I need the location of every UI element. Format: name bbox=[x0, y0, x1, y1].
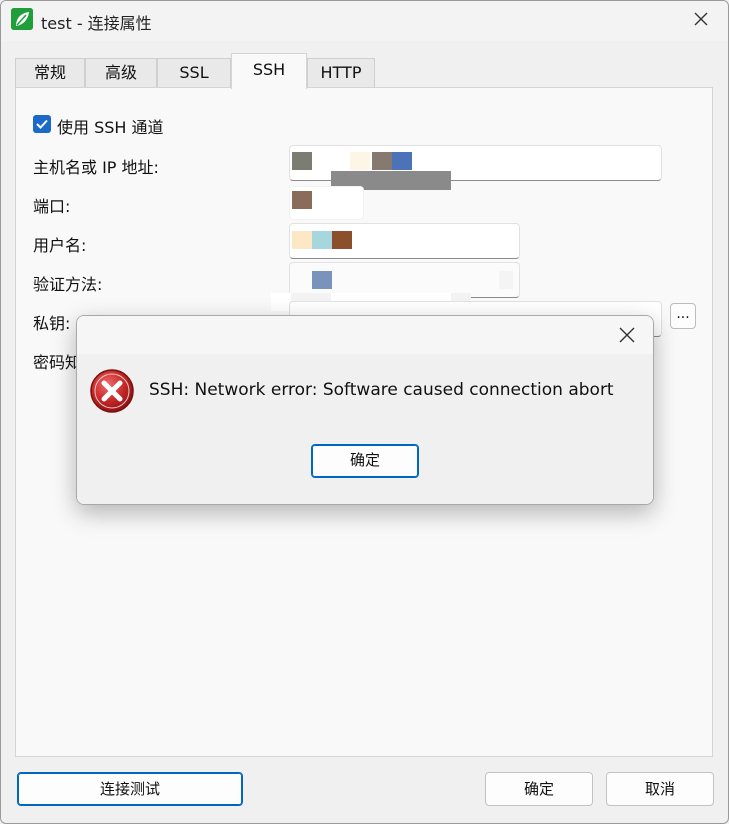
title-bar[interactable]: test - 连接属性 bbox=[1, 1, 728, 41]
port-label: 端口: bbox=[33, 197, 71, 216]
cancel-button[interactable]: 取消 bbox=[606, 772, 714, 806]
tab-advanced[interactable]: 高级 bbox=[85, 58, 157, 88]
test-connection-button[interactable]: 连接测试 bbox=[17, 772, 243, 806]
browse-key-button[interactable]: ... bbox=[670, 303, 696, 329]
username-label: 用户名: bbox=[33, 236, 87, 255]
redacted-block bbox=[392, 152, 412, 170]
tab-ssl[interactable]: SSL bbox=[157, 58, 231, 88]
tab-ssh[interactable]: SSH bbox=[231, 53, 307, 89]
host-label: 主机名或 IP 地址: bbox=[33, 158, 159, 177]
window-close-button[interactable] bbox=[685, 7, 717, 33]
checkmark-icon bbox=[36, 119, 48, 129]
dialog-title-bar[interactable] bbox=[77, 316, 653, 354]
use-ssh-tunnel-label: 使用 SSH 通道 bbox=[57, 118, 164, 137]
error-icon bbox=[90, 369, 134, 413]
dropdown-chevron-icon bbox=[499, 271, 513, 289]
port-input[interactable] bbox=[289, 186, 364, 220]
app-leaf-icon bbox=[11, 8, 33, 30]
error-message: SSH: Network error: Software caused conn… bbox=[149, 380, 614, 400]
tab-general[interactable]: 常规 bbox=[15, 58, 85, 88]
redacted-block bbox=[292, 191, 312, 209]
username-input[interactable] bbox=[289, 223, 520, 259]
private-key-label: 私钥: bbox=[33, 314, 71, 333]
tab-http[interactable]: HTTP bbox=[307, 58, 375, 88]
redacted-block bbox=[350, 152, 370, 170]
close-icon bbox=[694, 12, 708, 26]
redacted-block bbox=[312, 231, 332, 249]
redacted-block bbox=[312, 271, 332, 289]
redacted-block bbox=[332, 231, 352, 249]
dialog-close-button[interactable] bbox=[615, 324, 639, 346]
redacted-block bbox=[292, 231, 312, 249]
dialog-ok-button[interactable]: 确定 bbox=[311, 444, 419, 478]
redacted-block bbox=[372, 152, 392, 170]
ok-button[interactable]: 确定 bbox=[485, 772, 593, 806]
auth-method-label: 验证方法: bbox=[33, 275, 103, 294]
dialog-body: SSH: Network error: Software caused conn… bbox=[77, 354, 653, 504]
close-icon bbox=[619, 327, 635, 343]
passphrase-label: 密码知 bbox=[33, 353, 82, 372]
window-title: test - 连接属性 bbox=[41, 14, 152, 33]
redacted-block bbox=[292, 152, 312, 170]
use-ssh-tunnel-checkbox[interactable] bbox=[33, 115, 51, 133]
error-dialog: SSH: Network error: Software caused conn… bbox=[76, 315, 654, 505]
